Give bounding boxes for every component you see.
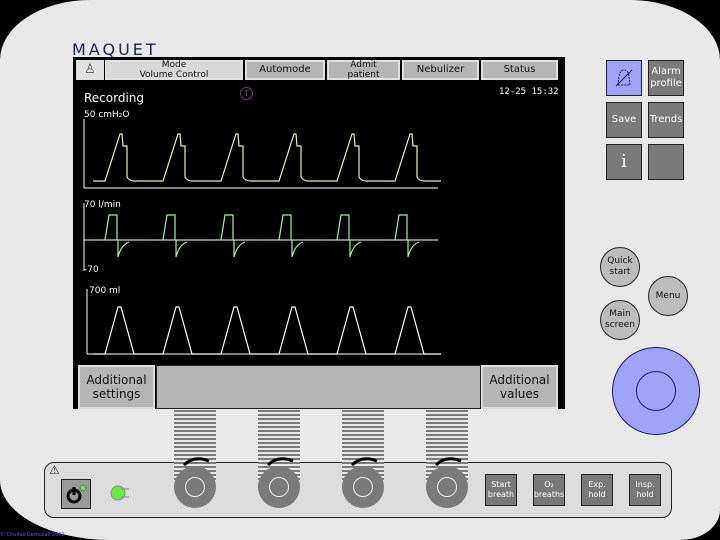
- o2-breaths-label-2: breaths: [533, 490, 565, 499]
- additional-settings-label-1: Additional: [86, 373, 147, 387]
- setting-knob-1[interactable]: [174, 466, 216, 508]
- volume-waveform: [93, 306, 441, 355]
- start-breath-label-1: Start: [491, 480, 511, 489]
- menu-button[interactable]: Menu: [648, 276, 688, 316]
- exp-hold-label-1: Exp.: [588, 480, 606, 489]
- flow-breath: [93, 214, 130, 258]
- pressure-breath: [383, 133, 441, 182]
- insp-hold-button[interactable]: Insp. hold: [629, 474, 661, 506]
- volume-breath: [267, 306, 325, 355]
- save-label: Save: [611, 114, 637, 125]
- warning-icon: ⚠: [49, 463, 60, 477]
- trends-label: Trends: [649, 114, 683, 125]
- setting-knob-2[interactable]: [258, 466, 300, 508]
- pressure-breath: [93, 133, 151, 182]
- main-display: ♙ Mode Volume Control Automode Admit patie…: [73, 57, 565, 409]
- main-rotary-dial[interactable]: [612, 347, 700, 435]
- additional-settings-button[interactable]: Additional settings: [78, 365, 155, 409]
- alarm-bell-crossed-icon: [615, 69, 633, 87]
- flow-breath: [151, 214, 188, 258]
- exp-hold-label-2: hold: [588, 490, 606, 499]
- exp-hold-button[interactable]: Exp. hold: [581, 474, 613, 506]
- waveform-area: [83, 119, 441, 355]
- pressure-breath: [325, 133, 383, 182]
- main-screen-label-2: screen: [605, 320, 635, 330]
- knob-4-center: [437, 477, 457, 497]
- main-screen-label-1: Main: [609, 309, 631, 319]
- additional-settings-label-2: settings: [92, 387, 141, 401]
- knob-3-center: [353, 477, 373, 497]
- volume-breath: [93, 306, 151, 355]
- pressure-breath: [151, 133, 209, 182]
- volume-breath: [209, 306, 267, 355]
- o2-breaths-label-1: O₂: [544, 480, 554, 489]
- alarm-profile-label-1: Alarm: [651, 66, 681, 77]
- volume-breath: [383, 306, 441, 355]
- alarm-profile-button[interactable]: Alarm profile: [648, 60, 684, 96]
- quick-start-button[interactable]: Quick start: [600, 247, 640, 287]
- knob-1-center: [185, 477, 205, 497]
- power-led: [109, 483, 131, 507]
- alarm-profile-label-2: profile: [650, 78, 682, 89]
- flow-waveform: [93, 214, 420, 258]
- settings-bar: [156, 365, 481, 409]
- main-screen-button[interactable]: Main screen: [600, 300, 640, 340]
- menu-label: Menu: [655, 290, 681, 301]
- mains-plug-icon: [110, 485, 129, 501]
- flow-breath: [209, 214, 246, 258]
- additional-values-label-2: values: [499, 387, 540, 401]
- setting-knob-3[interactable]: [342, 466, 384, 508]
- copyright: © Chudas Gemusall 2002: [0, 532, 65, 538]
- o2-breaths-button[interactable]: O₂ breaths: [533, 474, 565, 506]
- volume-breath: [151, 306, 209, 355]
- start-breath-button[interactable]: Start breath: [485, 474, 517, 506]
- additional-values-button[interactable]: Additional values: [481, 365, 558, 409]
- flow-breath: [267, 214, 304, 258]
- quick-start-label-2: start: [609, 267, 631, 277]
- info-button[interactable]: i: [606, 144, 642, 180]
- insp-hold-label-1: Insp.: [635, 480, 655, 489]
- ventilator-device: MAQUET ♙ Mode Volume Control Automode Adm…: [0, 0, 720, 540]
- knob-2-center: [269, 477, 289, 497]
- pressure-breath: [267, 133, 325, 182]
- flow-breath: [383, 214, 420, 258]
- start-breath-label-2: breath: [487, 490, 515, 499]
- pressure-breath: [209, 133, 267, 182]
- blank-button[interactable]: [648, 144, 684, 180]
- setting-knob-4[interactable]: [426, 466, 468, 508]
- power-icon: [66, 484, 87, 504]
- quick-start-label-1: Quick: [607, 256, 633, 266]
- insp-hold-label-2: hold: [636, 490, 654, 499]
- pressure-waveform: [93, 133, 441, 182]
- power-button[interactable]: [61, 479, 91, 509]
- info-icon: i: [621, 151, 627, 172]
- volume-breath: [325, 306, 383, 355]
- additional-values-label-1: Additional: [489, 373, 550, 387]
- flow-breath: [325, 214, 362, 258]
- trends-button[interactable]: Trends: [648, 102, 684, 138]
- dial-center[interactable]: [636, 371, 676, 411]
- save-button[interactable]: Save: [606, 102, 642, 138]
- alarm-silence-button[interactable]: [606, 60, 642, 96]
